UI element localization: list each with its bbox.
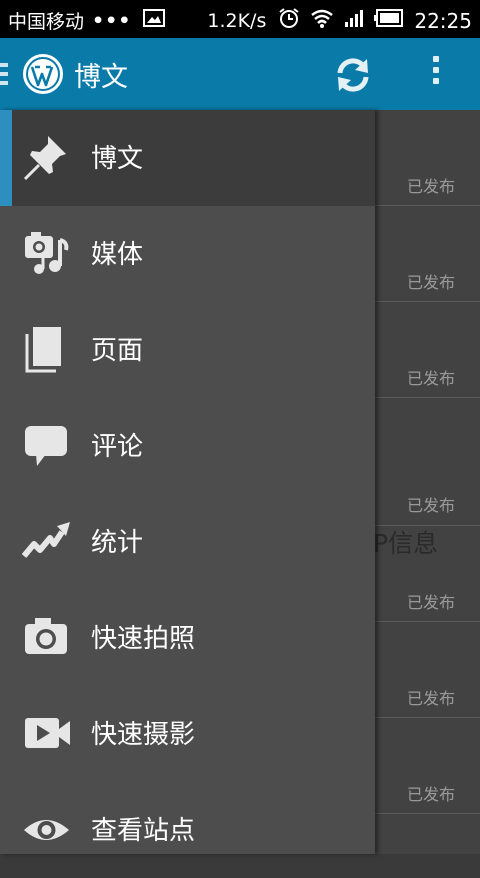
alarm-icon [278,7,300,34]
drawer-item-label: 查看站点 [91,816,196,846]
drawer-item-label: 评论 [91,432,144,462]
post-status: 已发布 [406,369,455,388]
post-status: 已发布 [406,177,455,196]
drawer-item-comments[interactable]: 评论 [0,398,375,494]
overflow-menu-icon[interactable] [428,56,444,92]
drawer-item-posts[interactable]: 博文 [0,110,375,206]
post-list-row[interactable]: 已发布 [375,622,480,718]
camera-icon [22,612,72,662]
wifi-icon [310,8,334,33]
drawer-item-label: 统计 [91,528,144,558]
carrier-name: 中国移动 [8,11,85,33]
post-list-row[interactable]: 已发布 [375,398,480,526]
post-list-row[interactable]: 已发布 [375,718,480,814]
drawer-item-stats[interactable]: 统计 [0,494,375,590]
post-status: 已发布 [406,273,455,292]
drawer-item-view-site[interactable]: 查看站点 [0,782,375,878]
notification-dots: ••• [92,9,132,32]
signal-icon [344,9,364,32]
wordpress-logo-icon[interactable] [23,54,63,98]
refresh-icon[interactable] [334,56,372,98]
post-status: 已发布 [406,593,455,612]
post-list-row[interactable]: 已发布 [375,302,480,398]
drawer-item-quick-video[interactable]: 快速摄影 [0,686,375,782]
post-list-row[interactable]: 已发布 [375,526,480,622]
eye-icon [22,804,72,854]
page-title: 博文 [74,62,128,93]
stats-icon [21,516,72,566]
drawer-item-label: 快速拍照 [91,624,196,654]
drawer-item-quick-photo[interactable]: 快速拍照 [0,590,375,686]
post-list-row[interactable]: 已发布 [375,110,480,206]
pages-icon [22,324,72,374]
comment-icon [22,420,72,470]
battery-icon [374,9,404,32]
drawer-item-label: 媒体 [91,240,144,270]
navigation-drawer: 博文 媒体 页面 评论 统计 快速拍照 快速摄影 查看站点 [0,110,375,854]
network-speed: 1.2K/s [207,9,267,32]
status-bar: 中国移动 ••• 1.2K/s 22:25 [0,0,480,38]
pin-icon [22,132,72,182]
post-status: 已发布 [406,785,455,804]
post-list-row[interactable]: 已发布 [375,206,480,302]
drawer-toggle-icon[interactable] [0,63,8,89]
post-status: 已发布 [406,689,455,708]
action-bar: 博文 [0,38,480,110]
drawer-item-label: 页面 [91,336,144,366]
drawer-item-label: 博文 [91,144,144,174]
media-icon [22,228,72,278]
drawer-item-media[interactable]: 媒体 [0,206,375,302]
video-icon [22,708,72,758]
drawer-item-pages[interactable]: 页面 [0,302,375,398]
image-notification-icon [143,9,166,32]
post-status: 已发布 [406,496,455,515]
clock: 22:25 [414,8,472,33]
drawer-item-label: 快速摄影 [91,720,196,750]
